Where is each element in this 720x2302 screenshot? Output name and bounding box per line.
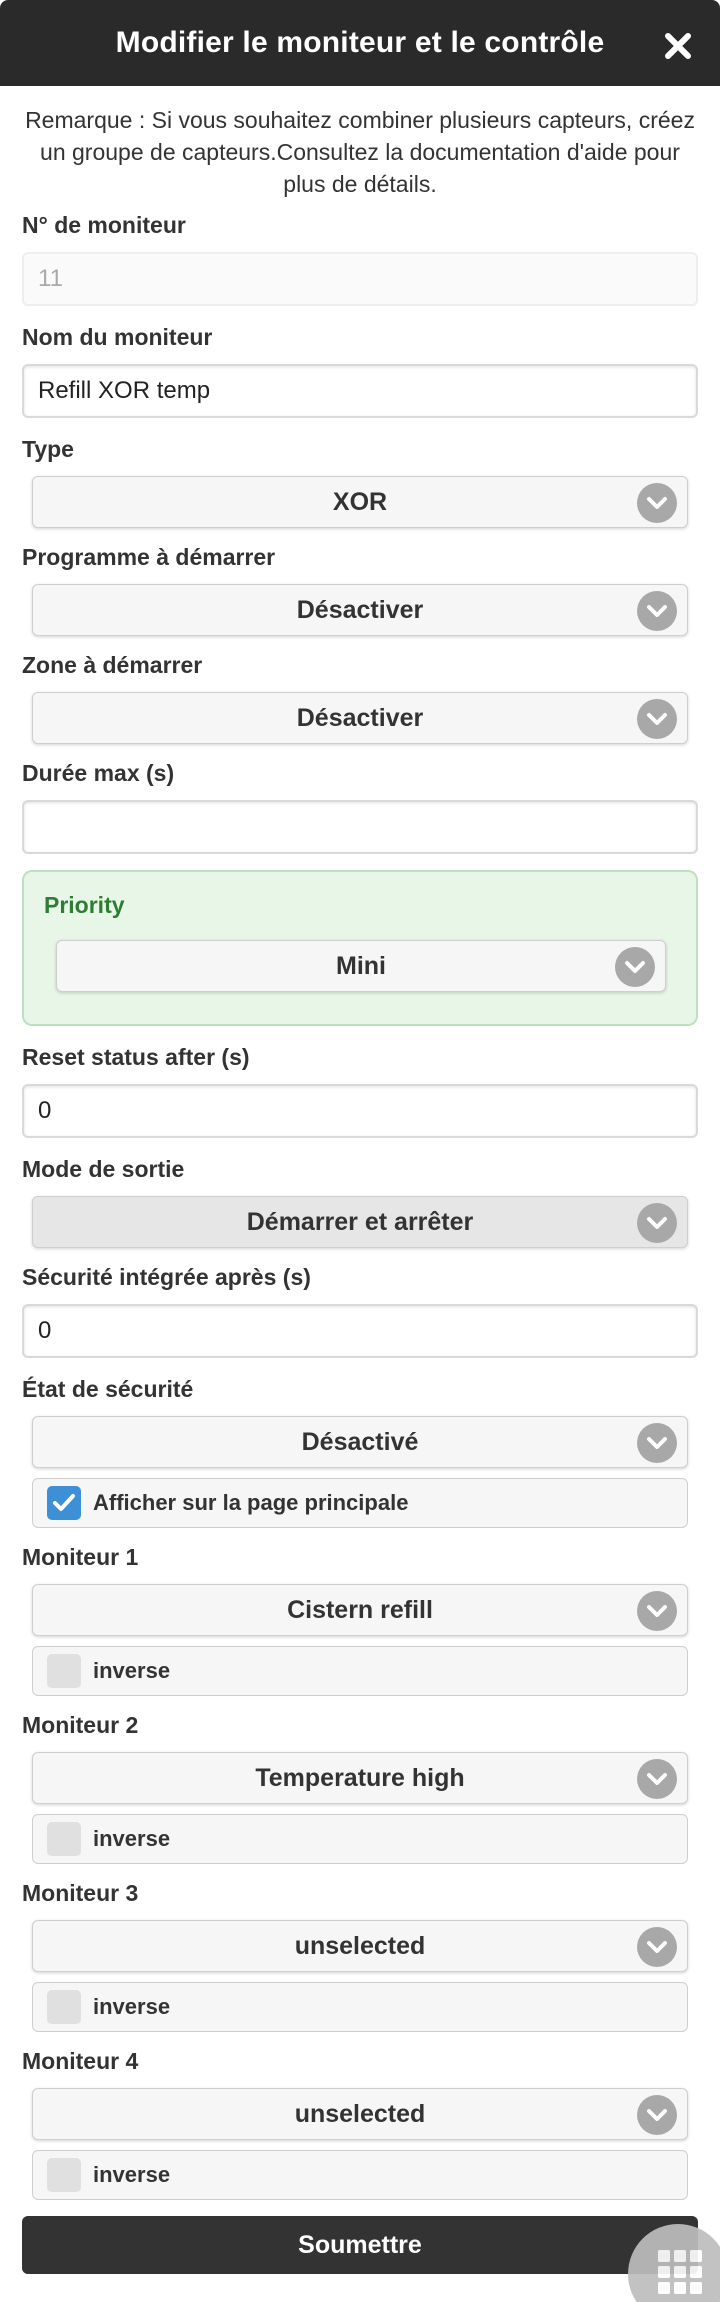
reset-status-input[interactable]: 0	[22, 1084, 698, 1138]
chevron-down-icon	[637, 1591, 677, 1631]
grid-icon	[658, 2250, 702, 2294]
monitor-no-input: 11	[22, 252, 698, 306]
monitor-4-inverse-label: inverse	[93, 2162, 171, 2187]
type-select[interactable]: XOR	[32, 476, 688, 528]
chevron-down-icon	[637, 483, 677, 523]
monitor-2-label: Moniteur 2	[22, 1712, 139, 1738]
priority-label: Priority	[44, 892, 125, 918]
monitor-3-inverse-checkbox[interactable]: inverse	[32, 1982, 688, 2032]
safety-state-label: État de sécurité	[22, 1376, 194, 1402]
dialog-title: Modifier le moniteur et le contrôle	[115, 26, 605, 59]
dialog-header: Modifier le moniteur et le contrôle	[0, 0, 720, 86]
output-mode-select-value: Démarrer et arrêter	[246, 1207, 474, 1236]
program-select[interactable]: Désactiver	[32, 584, 688, 636]
monitor-4-select[interactable]: unselected	[32, 2088, 688, 2140]
output-mode-label: Mode de sortie	[22, 1156, 185, 1182]
monitor-3-inverse-label: inverse	[93, 1994, 171, 2019]
chevron-down-icon	[637, 2095, 677, 2135]
type-label: Type	[22, 436, 74, 462]
failsafe-after-input[interactable]: 0	[22, 1304, 698, 1358]
checkbox-box	[47, 1990, 81, 2024]
monitor-3-select[interactable]: unselected	[32, 1920, 688, 1972]
chevron-down-icon	[637, 1423, 677, 1463]
help-note: Remarque : Si vous souhaitez combiner pl…	[25, 107, 695, 197]
chevron-down-icon	[637, 1927, 677, 1967]
monitor-3-select-value: unselected	[294, 1931, 426, 1960]
check-icon	[47, 1486, 81, 1520]
monitor-1-inverse-label: inverse	[93, 1658, 171, 1683]
zone-label: Zone à démarrer	[22, 652, 203, 678]
monitor-2-select[interactable]: Temperature high	[32, 1752, 688, 1804]
monitor-2-inverse-checkbox[interactable]: inverse	[32, 1814, 688, 1864]
monitor-no-label: N° de moniteur	[22, 212, 186, 238]
chevron-down-icon	[637, 591, 677, 631]
form-content: Remarque : Si vous souhaitez combiner pl…	[22, 86, 698, 2200]
reset-status-label: Reset status after (s)	[22, 1044, 250, 1070]
close-icon[interactable]	[662, 30, 694, 62]
max-duration-input[interactable]	[22, 800, 698, 854]
program-select-value: Désactiver	[296, 595, 424, 624]
chevron-down-icon	[615, 947, 655, 987]
zone-select-value: Désactiver	[296, 703, 424, 732]
show-main-checkbox[interactable]: Afficher sur la page principale	[32, 1478, 688, 1528]
failsafe-after-label: Sécurité intégrée après (s)	[22, 1264, 311, 1290]
monitor-2-inverse-label: inverse	[93, 1826, 171, 1851]
monitor-2-select-value: Temperature high	[255, 1763, 465, 1792]
submit-button[interactable]: Soumettre	[22, 2216, 698, 2274]
chevron-down-icon	[637, 1203, 677, 1243]
safety-state-select[interactable]: Désactivé	[32, 1416, 688, 1468]
monitor-4-select-value: unselected	[294, 2099, 426, 2128]
chevron-down-icon	[637, 699, 677, 739]
type-select-value: XOR	[332, 487, 388, 516]
checkbox-box	[47, 1822, 81, 1856]
checkbox-box	[47, 2158, 81, 2192]
show-main-label: Afficher sur la page principale	[93, 1490, 409, 1515]
chevron-down-icon	[637, 1759, 677, 1799]
monitor-1-select-value: Cistern refill	[287, 1595, 433, 1624]
priority-select-value: Mini	[336, 951, 386, 980]
monitor-name-input[interactable]: Refill XOR temp	[22, 364, 698, 418]
monitor-3-label: Moniteur 3	[22, 1880, 139, 1906]
max-duration-label: Durée max (s)	[22, 760, 175, 786]
priority-panel: Priority Mini	[22, 870, 698, 1026]
safety-state-select-value: Désactivé	[301, 1427, 419, 1456]
monitor-4-label: Moniteur 4	[22, 2048, 139, 2074]
monitor-name-label: Nom du moniteur	[22, 324, 213, 350]
checkbox-box	[47, 1654, 81, 1688]
monitor-1-inverse-checkbox[interactable]: inverse	[32, 1646, 688, 1696]
program-label: Programme à démarrer	[22, 544, 276, 570]
priority-select[interactable]: Mini	[56, 940, 666, 992]
monitor-4-inverse-checkbox[interactable]: inverse	[32, 2150, 688, 2200]
monitor-1-label: Moniteur 1	[22, 1544, 139, 1570]
zone-select[interactable]: Désactiver	[32, 692, 688, 744]
monitor-1-select[interactable]: Cistern refill	[32, 1584, 688, 1636]
output-mode-select[interactable]: Démarrer et arrêter	[32, 1196, 688, 1248]
